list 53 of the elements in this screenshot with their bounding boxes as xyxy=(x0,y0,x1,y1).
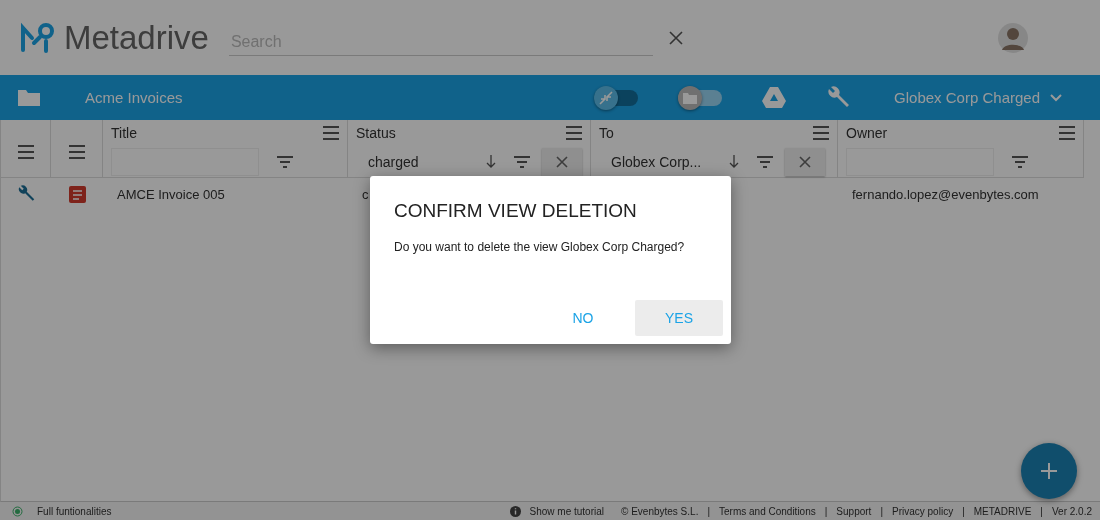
column-header[interactable]: Title xyxy=(111,125,137,141)
folder-name: Acme Invoices xyxy=(85,89,183,106)
folder-icon[interactable] xyxy=(18,89,40,106)
footer-link[interactable]: Privacy policy xyxy=(892,505,954,517)
menu-icon[interactable] xyxy=(813,126,829,140)
separator: | xyxy=(962,505,965,517)
close-icon xyxy=(799,156,811,168)
status-icon xyxy=(12,505,23,517)
triangle-icon[interactable] xyxy=(762,87,787,108)
sort-arrow-icon[interactable] xyxy=(729,155,739,169)
info-icon[interactable] xyxy=(509,505,521,517)
footer-link[interactable]: Terms and Conditions xyxy=(719,505,816,517)
column-header[interactable]: To xyxy=(599,125,614,141)
pdf-file-icon xyxy=(68,185,86,203)
dialog-title: CONFIRM VIEW DELETION xyxy=(394,200,638,222)
filter-icon[interactable] xyxy=(1012,156,1028,168)
menu-icon[interactable] xyxy=(1059,126,1075,140)
footer-link[interactable]: METADRIVE xyxy=(973,505,1032,517)
dialog-message: Do you want to delete the view Globex Corp Charged? xyxy=(394,240,686,254)
table-cell-text: c xyxy=(361,185,370,204)
menu-icon[interactable] xyxy=(68,144,85,159)
table-cell-text: AMCE Invoice 005 xyxy=(116,185,226,204)
dialog-button[interactable]: NO xyxy=(539,300,627,336)
filter-icon[interactable] xyxy=(514,156,530,168)
logo-icon xyxy=(20,21,56,54)
tutorial-link[interactable]: Show me tutorial xyxy=(529,505,604,517)
menu-icon[interactable] xyxy=(566,126,582,140)
plus-icon xyxy=(1041,463,1057,479)
separator: | xyxy=(707,505,711,517)
status-text: Full funtionalities xyxy=(37,505,112,517)
filter-icon[interactable] xyxy=(277,156,293,168)
footer-text: © Evenbytes S.L. xyxy=(621,505,699,517)
separator: | xyxy=(824,505,828,517)
close-icon xyxy=(556,156,568,168)
close-icon[interactable] xyxy=(668,30,683,45)
column-header[interactable]: Owner xyxy=(846,125,888,141)
menu-icon[interactable] xyxy=(17,144,34,159)
compress-icon xyxy=(599,90,614,105)
wrench-icon[interactable] xyxy=(17,185,35,203)
separator: | xyxy=(1040,505,1043,517)
footer-link[interactable]: Support xyxy=(836,505,872,517)
sort-arrow-icon[interactable] xyxy=(486,155,496,169)
separator: | xyxy=(880,505,883,517)
table-cell-text: fernando.lopez@evenbytes.com xyxy=(851,185,1040,204)
column-header[interactable]: Status xyxy=(356,125,396,141)
avatar-icon[interactable] xyxy=(998,22,1028,53)
wrench-icon[interactable] xyxy=(826,85,851,110)
menu-icon[interactable] xyxy=(323,126,339,140)
filter-icon[interactable] xyxy=(757,156,773,168)
footer-text: Ver 2.0.2 xyxy=(1051,505,1092,517)
folder-icon xyxy=(683,91,698,104)
app-logo-text: Metadrive xyxy=(64,18,209,57)
chevron-down-icon[interactable] xyxy=(1050,93,1062,102)
